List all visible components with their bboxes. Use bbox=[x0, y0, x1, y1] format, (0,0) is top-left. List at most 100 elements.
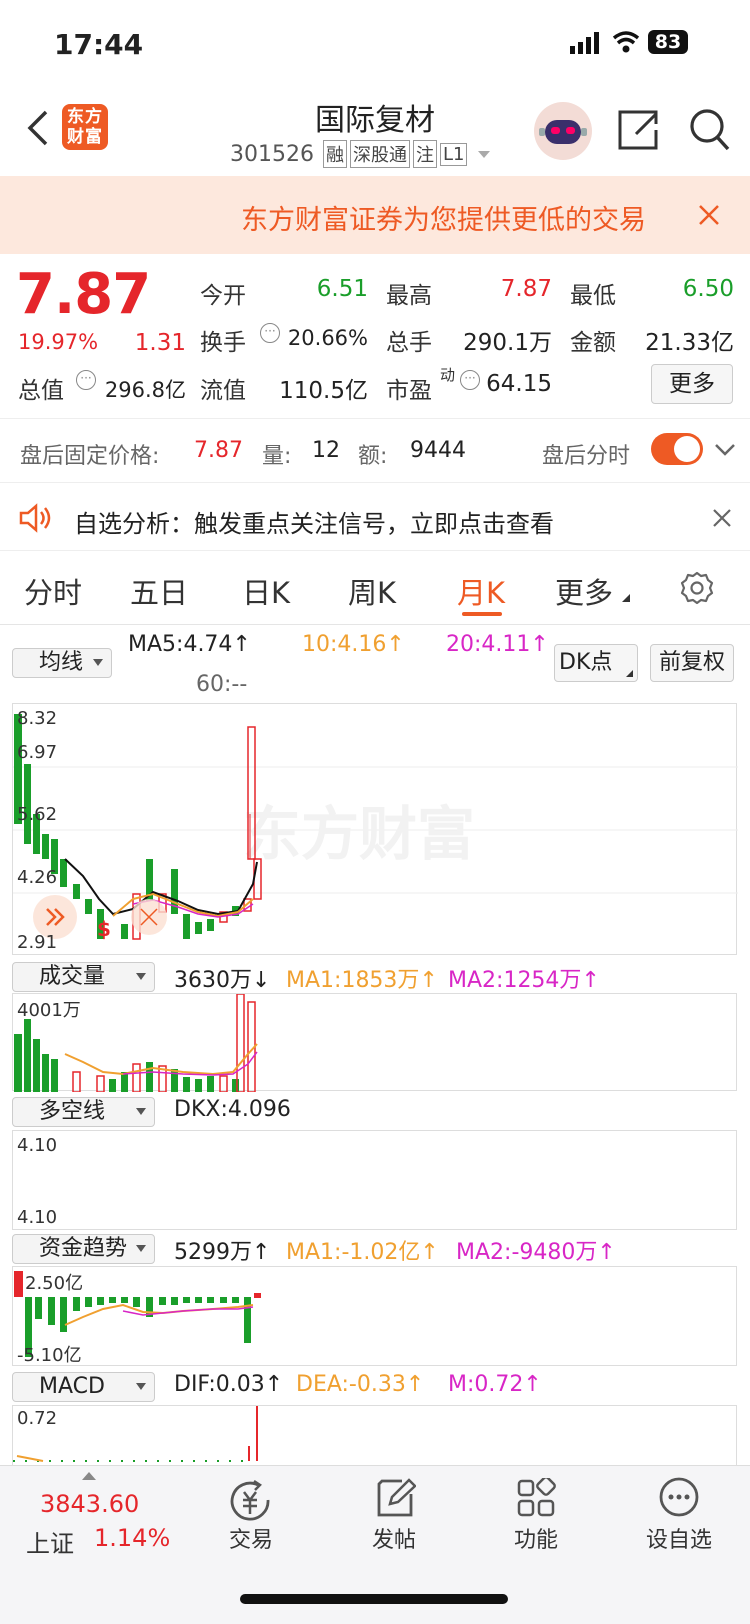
tag-connect: 深股通 bbox=[349, 140, 410, 168]
close-icon[interactable] bbox=[698, 204, 720, 230]
pe-value: 64.15 bbox=[486, 371, 552, 397]
macd-axis-top: 0.72 bbox=[17, 1408, 58, 1429]
battery-icon: 83 bbox=[648, 30, 688, 54]
info-icon[interactable]: ··· bbox=[260, 323, 280, 343]
tab-daily[interactable]: 日K bbox=[242, 570, 290, 612]
fund-trend-ma2: MA2:-9480万↑ bbox=[456, 1240, 616, 1265]
fund-trend-chart[interactable]: 2.50亿 -5.10亿 bbox=[12, 1266, 737, 1366]
low-value: 6.50 bbox=[682, 276, 734, 302]
post-icon[interactable] bbox=[376, 1478, 417, 1522]
promo-banner[interactable]: 东方财富证券为您提供更低的交易 bbox=[0, 176, 750, 254]
robot-assistant-icon[interactable] bbox=[534, 102, 592, 160]
volume-chart[interactable]: 4001万 bbox=[12, 993, 737, 1092]
index-value[interactable]: 3843.60 bbox=[40, 1490, 139, 1518]
tab-monthly[interactable]: 月K bbox=[457, 570, 505, 612]
index-name[interactable]: 上证 bbox=[26, 1524, 74, 1559]
corner-arrow bbox=[622, 594, 630, 602]
fund-trend-ma1: MA1:-1.02亿↑ bbox=[286, 1240, 439, 1265]
info-icon[interactable]: ··· bbox=[460, 370, 480, 390]
dkx-axis-bottom: 4.10 bbox=[17, 1207, 58, 1228]
tab-five-day[interactable]: 五日 bbox=[130, 570, 188, 612]
turnover-label: 换手 bbox=[200, 330, 246, 356]
info-icon[interactable]: ··· bbox=[76, 370, 96, 390]
dkx-selector[interactable]: 多空线 bbox=[12, 1097, 155, 1127]
kline-axis-label: 8.32 bbox=[17, 708, 58, 729]
volume-value: 290.1万 bbox=[463, 330, 552, 356]
nav-add-watchlist[interactable]: 设自选 bbox=[629, 1522, 729, 1554]
high-label: 最高 bbox=[386, 283, 432, 309]
kline-axis-label: 2.91 bbox=[17, 932, 58, 953]
after-hours-toggle-label: 盘后分时 bbox=[542, 444, 631, 469]
macd-chart[interactable]: 0.72 bbox=[12, 1405, 737, 1465]
kline-chart[interactable]: 东方财富 $ 8.32 6.97 5.62 4.26 2.91 bbox=[12, 703, 738, 955]
kline-axis-label: 4.26 bbox=[17, 867, 58, 888]
more-dots-icon[interactable] bbox=[658, 1476, 700, 1522]
after-hours-vol: 12 bbox=[312, 438, 340, 463]
tab-weekly[interactable]: 周K bbox=[348, 570, 396, 612]
nav-post[interactable]: 发帖 bbox=[344, 1522, 444, 1554]
battery-level: 83 bbox=[654, 31, 682, 53]
close-icon[interactable] bbox=[712, 508, 732, 532]
fund-axis-top: 2.50亿 bbox=[25, 1273, 84, 1294]
index-up-arrow bbox=[82, 1472, 96, 1480]
float-cap-label: 流值 bbox=[200, 378, 246, 404]
home-indicator bbox=[240, 1594, 508, 1604]
open-value: 6.51 bbox=[316, 276, 368, 302]
turnover-value: 20.66% bbox=[287, 326, 368, 350]
after-hours-price: 7.87 bbox=[194, 438, 243, 463]
notice-text[interactable]: 自选分析：触发重点关注信号，立即点击查看 bbox=[74, 504, 554, 539]
float-cap-value: 110.5亿 bbox=[279, 378, 368, 404]
macd-m: M:0.72↑ bbox=[448, 1372, 542, 1397]
nav-trade[interactable]: 交易 bbox=[201, 1522, 301, 1554]
promo-text: 东方财富证券为您提供更低的交易 bbox=[241, 205, 646, 236]
gear-icon[interactable] bbox=[680, 571, 714, 609]
stock-code-row[interactable]: 301526 融 深股通 注 L1 bbox=[230, 140, 491, 168]
share-icon[interactable] bbox=[616, 108, 660, 156]
divider bbox=[0, 624, 750, 625]
volume-label: 总手 bbox=[386, 330, 432, 356]
apps-icon[interactable] bbox=[516, 1476, 556, 1522]
volume-axis-top: 4001万 bbox=[17, 1000, 81, 1021]
tab-intraday[interactable]: 分时 bbox=[24, 570, 82, 612]
volume-ma1: MA1:1853万↑ bbox=[286, 968, 438, 993]
divider bbox=[0, 550, 750, 551]
after-hours-amt-label: 额: bbox=[358, 444, 388, 469]
ma5-value: MA5:4.74↑ bbox=[128, 632, 251, 657]
fund-trend-selector[interactable]: 资金趋势 bbox=[12, 1234, 155, 1264]
total-cap-label: 总值 bbox=[18, 378, 64, 404]
ma-selector[interactable]: 均线 bbox=[12, 648, 112, 678]
index-percent[interactable]: 1.14% bbox=[94, 1524, 170, 1552]
pe-superscript: 动 bbox=[440, 366, 456, 384]
nav-features[interactable]: 功能 bbox=[486, 1522, 586, 1554]
speaker-icon bbox=[18, 502, 54, 538]
volume-selector[interactable]: 成交量 bbox=[12, 962, 155, 992]
current-price: 7.87 bbox=[16, 262, 151, 327]
divider bbox=[0, 482, 750, 483]
signal-icon bbox=[570, 32, 604, 58]
adjust-button[interactable]: 前复权 bbox=[650, 644, 734, 682]
tab-active-underline bbox=[462, 612, 502, 616]
after-hours-toggle[interactable] bbox=[651, 433, 703, 465]
dkx-chart[interactable]: 4.10 4.10 bbox=[12, 1130, 737, 1230]
fund-trend-value: 5299万↑ bbox=[174, 1240, 271, 1265]
kline-axis-label: 5.62 bbox=[17, 804, 58, 825]
dk-point-button[interactable]: DK点 bbox=[554, 644, 638, 682]
trade-icon[interactable] bbox=[228, 1478, 274, 1528]
search-icon[interactable] bbox=[688, 107, 732, 157]
tag-margin: 融 bbox=[322, 140, 347, 168]
open-label: 今开 bbox=[200, 283, 246, 309]
tab-more[interactable]: 更多 bbox=[555, 570, 613, 612]
tag-level1: L1 bbox=[439, 142, 468, 166]
amount-value: 21.33亿 bbox=[645, 330, 734, 356]
macd-selector[interactable]: MACD bbox=[12, 1372, 155, 1402]
ma10-value: 10:4.16↑ bbox=[302, 632, 405, 657]
change-amount: 1.31 bbox=[134, 330, 186, 356]
change-percent: 19.97% bbox=[18, 330, 99, 354]
dkx-axis-top: 4.10 bbox=[17, 1135, 58, 1156]
more-button[interactable]: 更多 bbox=[651, 364, 733, 404]
chevron-down-icon[interactable] bbox=[714, 442, 736, 461]
ma60-value: 60:-- bbox=[196, 672, 248, 697]
after-hours-vol-label: 量: bbox=[262, 444, 292, 469]
ma-selector-label: 均线 bbox=[39, 650, 84, 675]
wifi-icon bbox=[612, 30, 640, 58]
